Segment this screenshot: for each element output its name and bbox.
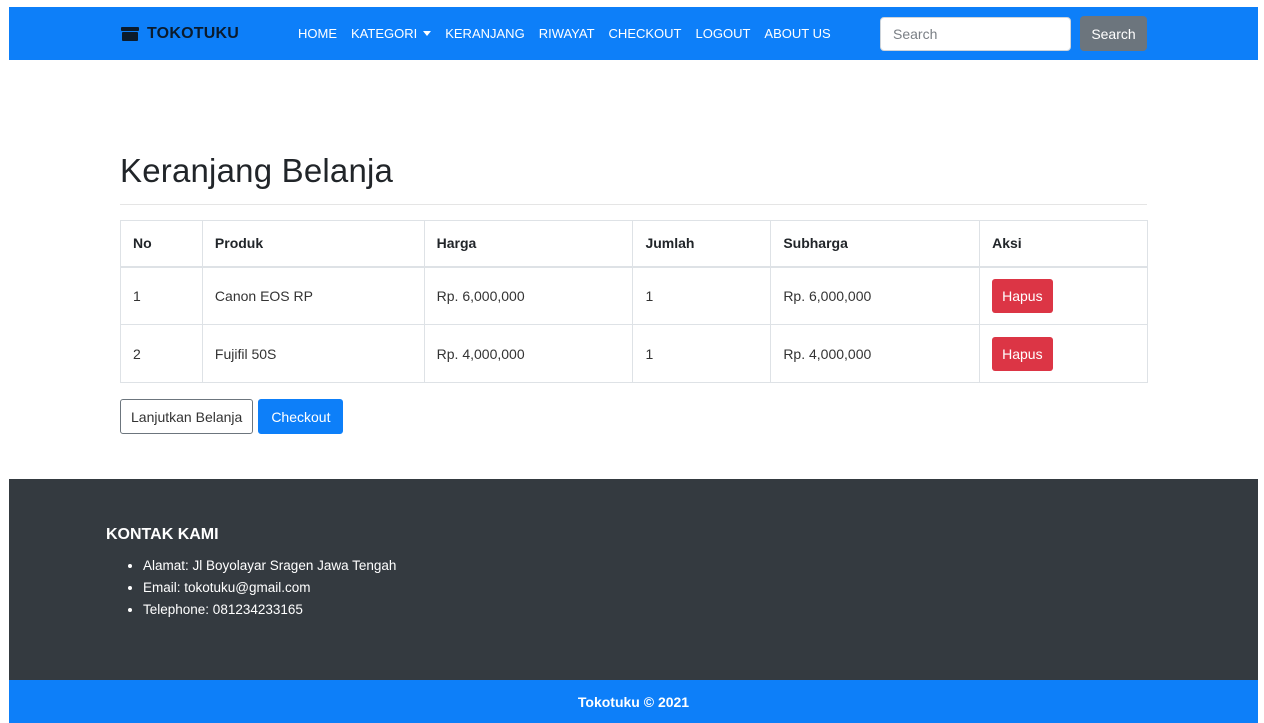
cell-produk: Canon EOS RP: [201, 266, 425, 325]
search-button[interactable]: Search: [1080, 16, 1147, 51]
brand-link[interactable]: TOKOTUKU: [121, 7, 239, 60]
nav-kategori-dropdown[interactable]: KATEGORI: [351, 26, 432, 41]
nav-riwayat[interactable]: RIWAYAT: [539, 26, 595, 41]
cell-aksi: Hapus: [979, 266, 1148, 325]
hapus-button[interactable]: Hapus: [992, 278, 1053, 313]
footer-contact: KONTAK KAMI Alamat: Jl Boyolayar Sragen …: [9, 479, 1258, 680]
header-harga: Harga: [423, 220, 634, 268]
contact-list: Alamat: Jl Boyolayar Sragen Jawa Tengah …: [143, 555, 396, 621]
contact-address: Alamat: Jl Boyolayar Sragen Jawa Tengah: [143, 555, 396, 577]
cell-subharga: Rp. 4,000,000: [770, 324, 981, 383]
title-divider: [120, 204, 1147, 205]
cell-jumlah: 1: [632, 324, 772, 383]
header-jumlah: Jumlah: [632, 220, 772, 268]
table-header-row: No Produk Harga Jumlah Subharga Aksi: [120, 220, 1148, 268]
cell-harga: Rp. 6,000,000: [423, 266, 634, 325]
brand-name: TOKOTUKU: [147, 24, 239, 42]
nav-kategori-label: KATEGORI: [351, 26, 418, 41]
nav-links: HOME KATEGORI KERANJANG RIWAYAT CHECKOUT…: [298, 7, 845, 60]
nav-home[interactable]: HOME: [298, 26, 337, 41]
cell-harga: Rp. 4,000,000: [423, 324, 634, 383]
cell-produk: Fujifil 50S: [201, 324, 425, 383]
navbar: TOKOTUKU HOME KATEGORI KERANJANG RIWAYAT…: [9, 7, 1258, 60]
footer-heading: KONTAK KAMI: [106, 526, 219, 543]
checkout-button[interactable]: Checkout: [258, 399, 344, 434]
page-title: Keranjang Belanja: [120, 152, 394, 189]
header-no: No: [120, 220, 203, 268]
cart-table: No Produk Harga Jumlah Subharga Aksi 1 C…: [120, 220, 1148, 383]
continue-shopping-button[interactable]: Lanjutkan Belanja: [120, 399, 254, 434]
nav-keranjang[interactable]: KERANJANG: [445, 26, 524, 41]
header-aksi: Aksi: [979, 220, 1148, 268]
copyright-text: Tokotuku © 2021: [577, 693, 690, 710]
table-row: 1 Canon EOS RP Rp. 6,000,000 1 Rp. 6,000…: [120, 266, 1148, 325]
cell-subharga: Rp. 6,000,000: [770, 266, 981, 325]
search-input[interactable]: [880, 17, 1071, 51]
copyright-bar: Tokotuku © 2021: [9, 680, 1258, 723]
cart-actions: Lanjutkan Belanja Checkout: [120, 399, 344, 434]
caret-down-icon: [423, 31, 432, 36]
header-subharga: Subharga: [770, 220, 981, 268]
cell-no: 1: [120, 266, 203, 325]
nav-about-us[interactable]: ABOUT US: [764, 26, 830, 41]
nav-logout[interactable]: LOGOUT: [696, 26, 751, 41]
nav-checkout[interactable]: CHECKOUT: [609, 26, 682, 41]
cell-no: 2: [120, 324, 203, 383]
header-produk: Produk: [201, 220, 425, 268]
cell-jumlah: 1: [632, 266, 772, 325]
table-row: 2 Fujifil 50S Rp. 4,000,000 1 Rp. 4,000,…: [120, 324, 1148, 383]
shop-icon: [121, 26, 139, 41]
hapus-button[interactable]: Hapus: [992, 336, 1053, 371]
cell-aksi: Hapus: [979, 324, 1148, 383]
contact-email: Email: tokotuku@gmail.com: [143, 577, 396, 599]
contact-phone: Telephone: 081234233165: [143, 599, 396, 621]
